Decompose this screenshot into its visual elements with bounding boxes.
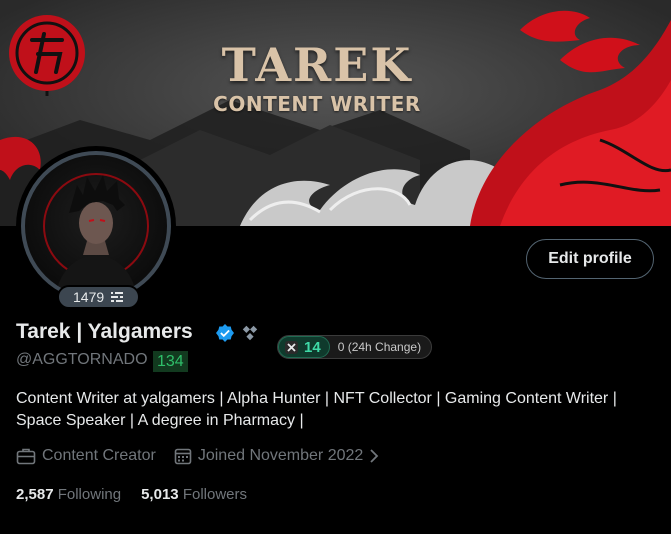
joined-label: Joined November 2022 — [197, 447, 364, 464]
score-value: 14 — [304, 338, 321, 356]
followers-count: 5,013 — [141, 486, 179, 503]
affiliate-diamond-icon[interactable] — [241, 324, 259, 342]
following-link[interactable]: 2,587 Following — [16, 486, 121, 503]
score-pill[interactable]: 14 0 (24h Change) — [277, 335, 433, 359]
display-name: Tarek | Yalgamers — [16, 320, 193, 343]
calendar-icon — [174, 448, 192, 465]
verification-count-badge[interactable]: 1479 — [57, 285, 141, 309]
avatar[interactable] — [16, 146, 176, 306]
banner-subtitle: CONTENT WRITER — [213, 92, 421, 116]
follow-stats: 2,587 Following 5,013 Followers — [16, 486, 267, 503]
score-change: 0 (24h Change) — [337, 340, 422, 354]
handle-score-badge: 134 — [153, 351, 188, 372]
verified-badge-icon[interactable] — [216, 324, 234, 342]
category-item: Content Creator — [16, 447, 156, 465]
score-value-badge: 14 — [278, 336, 330, 358]
chevron-right-icon — [370, 449, 379, 463]
edit-profile-button[interactable]: Edit profile — [526, 239, 654, 279]
following-label: Following — [57, 486, 122, 503]
followers-label: Followers — [182, 486, 247, 503]
category-label: Content Creator — [42, 447, 156, 464]
followers-link[interactable]: 5,013 Followers — [141, 486, 247, 503]
briefcase-icon — [16, 448, 36, 465]
profile-meta: Content Creator Joined November 2022 — [16, 447, 397, 465]
x-logo-icon — [285, 340, 298, 354]
profile-handle: @AGGTORNADO — [16, 351, 148, 368]
banner-title: TAREK — [221, 38, 413, 92]
profile-bio: Content Writer at yalgamers | Alpha Hunt… — [16, 390, 617, 429]
badge-count-value: 1479 — [73, 289, 105, 305]
avatar-image — [43, 173, 149, 297]
following-count: 2,587 — [16, 486, 54, 503]
list-icon — [111, 291, 124, 303]
joined-item[interactable]: Joined November 2022 — [174, 447, 379, 465]
